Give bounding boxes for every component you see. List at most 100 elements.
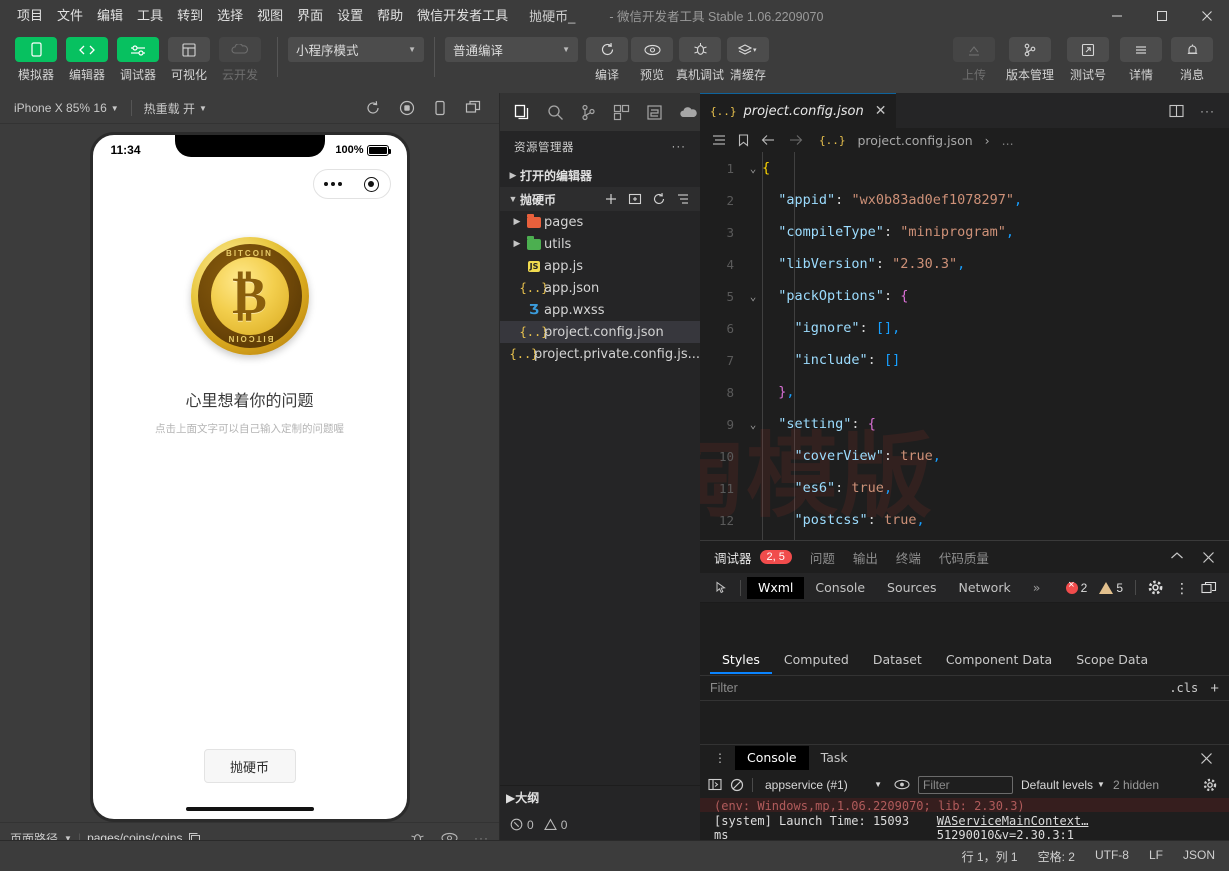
toolbar-visual-button[interactable]: 可视化	[165, 37, 213, 83]
menu-item-edit[interactable]: 编辑	[90, 0, 130, 31]
code-line[interactable]: 11 "es6": true,	[700, 472, 1229, 504]
messages-button[interactable]: 消息	[1168, 37, 1216, 83]
styles-tab-styles[interactable]: Styles	[710, 646, 772, 675]
refresh-icon[interactable]	[365, 100, 381, 116]
preview-button[interactable]: 预览	[631, 37, 673, 83]
menu-item-tools[interactable]: 工具	[130, 0, 170, 31]
compile-select[interactable]: 普通编译 ▼	[445, 37, 578, 62]
menu-item-interface[interactable]: 界面	[290, 0, 330, 31]
bitcoin-coin-image[interactable]: ₿ BITCOIN BITCOIN	[190, 237, 309, 355]
wxml-panel-icon[interactable]	[646, 104, 663, 121]
panel-tab-output[interactable]: 输出	[853, 541, 878, 573]
toolbar-editor-button[interactable]: 编辑器	[63, 37, 111, 83]
clear-console-icon[interactable]	[730, 778, 744, 792]
collapse-all-icon[interactable]	[676, 192, 690, 206]
new-folder-icon[interactable]	[628, 192, 642, 206]
collapse-icon[interactable]	[1170, 551, 1184, 564]
styles-body[interactable]	[700, 701, 1229, 744]
more-vertical-icon[interactable]: ⋮	[1175, 581, 1189, 595]
styles-tab-scope-data[interactable]: Scope Data	[1064, 646, 1160, 674]
question-title[interactable]: 心里想着你的问题	[185, 387, 313, 411]
record-icon[interactable]	[399, 100, 415, 116]
file-row-project-private-config[interactable]: {..} project.private.config.js...	[500, 343, 701, 365]
menu-item-goto[interactable]: 转到	[170, 0, 210, 31]
devtools-tab-network[interactable]: Network	[948, 577, 1022, 599]
devtools-tab-wxml[interactable]: Wxml	[747, 576, 805, 599]
console-tab-task[interactable]: Task	[809, 746, 860, 770]
devtools-tab-sources[interactable]: Sources	[876, 577, 947, 599]
fold-chevron-icon[interactable]: ⌄	[744, 162, 762, 175]
cls-button[interactable]: .cls	[1169, 681, 1198, 695]
back-arrow-icon[interactable]	[761, 134, 776, 146]
code-line[interactable]: 5 ⌄ "packOptions": {	[700, 280, 1229, 312]
device-select[interactable]: iPhone X 85% 16 ▼	[8, 101, 125, 115]
clear-cache-button[interactable]: ▾ 清缓存	[727, 37, 770, 83]
new-file-icon[interactable]	[604, 192, 618, 206]
outline-section[interactable]: ▶ 大纲	[500, 785, 700, 809]
code-line[interactable]: 1 ⌄{	[700, 152, 1229, 184]
console-filter-input[interactable]: Filter	[918, 775, 1013, 794]
toolbar-debugger-button[interactable]: 调试器	[114, 37, 162, 83]
code-line[interactable]: 6 "ignore": [],	[700, 312, 1229, 344]
code-line[interactable]: 12 "postcss": true,	[700, 504, 1229, 536]
file-row-project-config-json[interactable]: {..} project.config.json	[500, 321, 700, 343]
fold-chevron-icon[interactable]: ⌄	[744, 290, 762, 303]
extensions-icon[interactable]	[613, 104, 630, 121]
code-line[interactable]: 10 "coverView": true,	[700, 440, 1229, 472]
close-icon[interactable]	[1202, 551, 1215, 564]
console-tab-console[interactable]: Console	[735, 746, 809, 771]
menu-item-view[interactable]: 视图	[250, 0, 290, 31]
device-rotate-icon[interactable]	[433, 100, 447, 116]
cloud-icon[interactable]	[679, 106, 698, 119]
toolbar-simulator-button[interactable]: 模拟器	[12, 37, 60, 83]
error-count-indicator[interactable]: 2	[1065, 579, 1087, 595]
code-editor[interactable]: 一淘模版 1⌄{2 "appid": "wx0b83ad0ef1078297",…	[700, 152, 1229, 540]
files-icon[interactable]	[514, 104, 531, 121]
warning-count-indicator[interactable]: 5	[1099, 581, 1123, 595]
menu-item-wechat-devtools[interactable]: 微信开发者工具	[410, 0, 515, 31]
settings-gear-icon[interactable]	[1203, 778, 1221, 792]
compile-button[interactable]: 编译	[586, 37, 628, 83]
multi-window-icon[interactable]	[465, 100, 481, 116]
breadcrumb-file[interactable]: project.config.json	[858, 133, 973, 148]
editor-tab-project-config-json[interactable]: {..} project.config.json ✕	[700, 93, 897, 128]
details-button[interactable]: 详情	[1117, 37, 1165, 83]
source-control-icon[interactable]	[580, 104, 597, 121]
split-editor-icon[interactable]	[1169, 104, 1184, 118]
file-row-app-json[interactable]: {..} app.json	[500, 277, 700, 299]
file-row-app-js[interactable]: JS app.js	[500, 255, 700, 277]
panel-tab-problems[interactable]: 问题	[810, 541, 835, 573]
real-device-debug-button[interactable]: 真机调试	[676, 37, 724, 83]
file-row-pages[interactable]: ▶ pages	[500, 211, 700, 233]
console-output[interactable]: (env: Windows,mp,1.06.2209070; lib: 2.30…	[700, 797, 1229, 840]
flip-coin-button[interactable]: 抛硬币	[203, 749, 296, 783]
styles-tab-computed[interactable]: Computed	[772, 646, 861, 674]
mode-select[interactable]: 小程序模式 ▼	[288, 37, 424, 62]
inspect-element-icon[interactable]	[708, 581, 734, 595]
hot-reload-select[interactable]: 热重载 开 ▼	[138, 100, 213, 117]
styles-tab-component-data[interactable]: Component Data	[934, 646, 1064, 674]
status-indentation[interactable]: 空格: 2	[1038, 848, 1075, 865]
code-line[interactable]: 7 "include": []	[700, 344, 1229, 376]
code-line[interactable]: 3 "compileType": "miniprogram",	[700, 216, 1229, 248]
menu-item-project[interactable]: 项目	[10, 0, 50, 31]
project-root-section[interactable]: ▼ 抛硬币	[500, 187, 700, 211]
breadcrumb-trail[interactable]: ...	[1002, 133, 1014, 148]
console-levels-select[interactable]: Default levels ▼	[1021, 778, 1105, 792]
status-language-mode[interactable]: JSON	[1183, 848, 1215, 865]
close-icon[interactable]	[1200, 752, 1223, 765]
more-vertical-icon[interactable]: ⋮	[706, 751, 735, 765]
maximize-button[interactable]	[1139, 0, 1184, 31]
minimize-button[interactable]	[1094, 0, 1139, 31]
more-actions-icon[interactable]: ···	[1200, 104, 1215, 118]
wxml-tree-area[interactable]	[700, 603, 1229, 646]
settings-gear-icon[interactable]	[1148, 580, 1163, 595]
close-circle-icon[interactable]	[363, 176, 379, 192]
code-line[interactable]: 9 ⌄ "setting": {	[700, 408, 1229, 440]
status-encoding[interactable]: UTF-8	[1095, 848, 1129, 865]
file-row-utils[interactable]: ▶ utils	[500, 233, 700, 255]
devtools-more-tabs[interactable]: »	[1022, 577, 1052, 599]
code-line[interactable]: 4 "libVersion": "2.30.3",	[700, 248, 1229, 280]
close-icon[interactable]: ✕	[875, 103, 887, 119]
status-eol[interactable]: LF	[1149, 848, 1163, 865]
